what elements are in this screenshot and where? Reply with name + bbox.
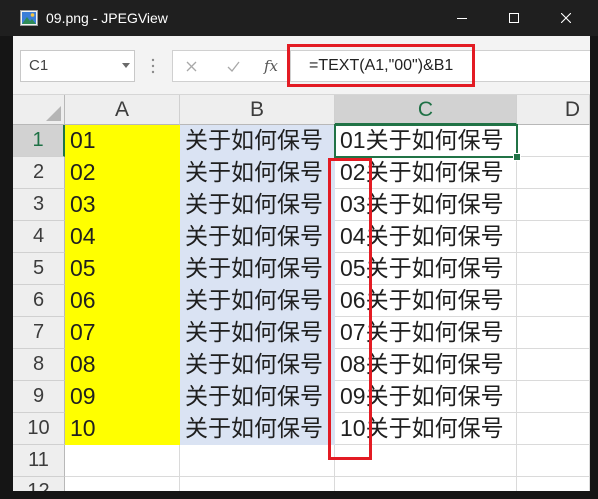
- select-all-triangle-icon: [46, 106, 61, 121]
- column-header-d: D: [517, 95, 590, 125]
- select-all-corner: [13, 95, 65, 125]
- row-header-3: 3: [13, 189, 65, 221]
- formula-actions: fx: [172, 50, 290, 82]
- number-prefix-highlight-box: [328, 158, 372, 460]
- viewer-background-left: [0, 36, 13, 499]
- cell-b3: 关于如何保号: [180, 189, 335, 221]
- name-box-value: C1: [29, 57, 49, 74]
- cell-d10: [517, 413, 590, 445]
- active-cell-selection: [334, 124, 518, 158]
- cell-d1: [517, 125, 590, 157]
- row-header-1: 1: [13, 125, 65, 157]
- jpegview-app-icon: [20, 10, 38, 26]
- minimize-button[interactable]: [439, 0, 485, 36]
- title-bar[interactable]: 09.png - JPEGView: [0, 0, 598, 36]
- row-header-10: 10: [13, 413, 65, 445]
- cell-b10: 关于如何保号: [180, 413, 335, 445]
- cell-a11: [65, 445, 180, 477]
- insert-function-button: fx: [257, 51, 285, 81]
- maximize-button[interactable]: [491, 0, 537, 36]
- cell-a5: 05: [65, 253, 180, 285]
- cell-a8: 08: [65, 349, 180, 381]
- row-header-5: 5: [13, 253, 65, 285]
- chevron-down-icon: [121, 63, 131, 69]
- formula-highlight-box: [287, 44, 475, 87]
- minimize-icon: [457, 18, 467, 19]
- cell-d12: [517, 477, 590, 491]
- maximize-icon: [509, 13, 519, 23]
- cell-a3: 03: [65, 189, 180, 221]
- row-header-6: 6: [13, 285, 65, 317]
- cell-b9: 关于如何保号: [180, 381, 335, 413]
- vertical-dots-icon: [150, 56, 156, 76]
- image-canvas[interactable]: C1 fx =TEXT(A1,"00")&B1 A B C D 1 01 关于如…: [13, 36, 590, 491]
- row-header-2: 2: [13, 157, 65, 189]
- cell-a12: [65, 477, 180, 491]
- cell-b6: 关于如何保号: [180, 285, 335, 317]
- cell-b4: 关于如何保号: [180, 221, 335, 253]
- cell-b7: 关于如何保号: [180, 317, 335, 349]
- cell-b11: [180, 445, 335, 477]
- row-header-9: 9: [13, 381, 65, 413]
- cell-a1: 01: [65, 125, 180, 157]
- cell-d11: [517, 445, 590, 477]
- cell-b1: 关于如何保号: [180, 125, 335, 157]
- cell-d6: [517, 285, 590, 317]
- excel-name-box: C1: [20, 50, 135, 82]
- window-title: 09.png - JPEGView: [46, 10, 168, 26]
- cell-b2: 关于如何保号: [180, 157, 335, 189]
- cell-d3: [517, 189, 590, 221]
- cell-a9: 09: [65, 381, 180, 413]
- row-header-7: 7: [13, 317, 65, 349]
- cell-a10: 10: [65, 413, 180, 445]
- row-header-11: 11: [13, 445, 65, 477]
- cell-b5: 关于如何保号: [180, 253, 335, 285]
- cell-a4: 04: [65, 221, 180, 253]
- fx-label: fx: [263, 57, 278, 75]
- cell-d2: [517, 157, 590, 189]
- fill-handle: [513, 153, 521, 161]
- viewer-background-bottom: [13, 491, 590, 499]
- cell-d4: [517, 221, 590, 253]
- cancel-x-icon: [177, 51, 205, 81]
- viewer-background-right: [590, 36, 598, 499]
- cell-b8: 关于如何保号: [180, 349, 335, 381]
- row-header-4: 4: [13, 221, 65, 253]
- column-header-c: C: [335, 95, 517, 125]
- checkmark-icon: [219, 51, 247, 81]
- cell-d9: [517, 381, 590, 413]
- close-button[interactable]: [543, 0, 589, 36]
- cell-c12: [335, 477, 517, 491]
- cell-d8: [517, 349, 590, 381]
- cell-b12: [180, 477, 335, 491]
- column-header-a: A: [65, 95, 180, 125]
- row-header-8: 8: [13, 349, 65, 381]
- cell-d5: [517, 253, 590, 285]
- column-header-b: B: [180, 95, 335, 125]
- cell-a6: 06: [65, 285, 180, 317]
- close-icon: [561, 13, 571, 23]
- row-header-12: 12: [13, 477, 65, 491]
- cell-a7: 07: [65, 317, 180, 349]
- cell-a2: 02: [65, 157, 180, 189]
- cell-d7: [517, 317, 590, 349]
